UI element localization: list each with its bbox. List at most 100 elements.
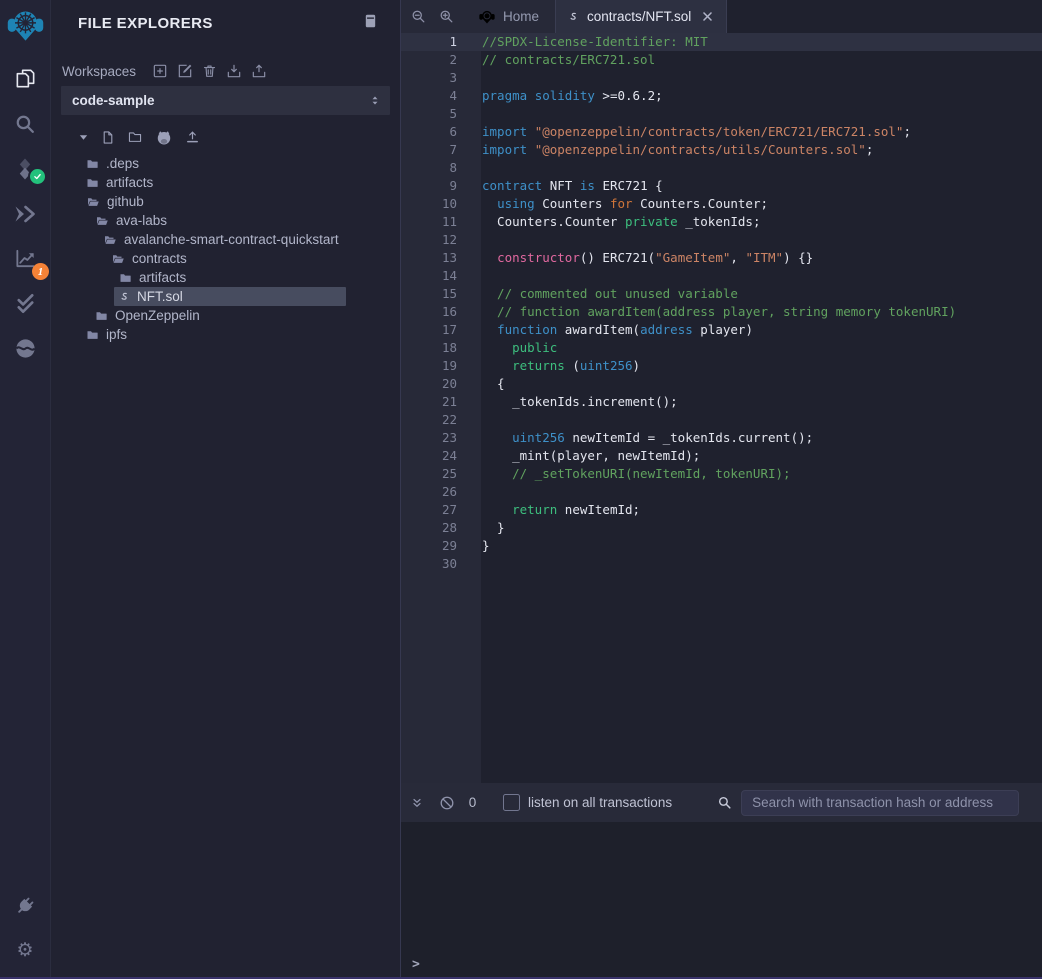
book-icon[interactable] [363,13,378,34]
zoom-in-icon[interactable] [439,9,454,24]
code-line-28[interactable]: 28 } [401,519,1042,537]
tree-item-ipfs[interactable]: ipfs [51,325,400,344]
listen-transactions-checkbox[interactable] [503,794,520,811]
remix-logo[interactable] [7,0,44,56]
sidebar-search-button[interactable] [0,101,50,146]
sidebar-file-explorer-button[interactable] [0,56,50,101]
sidebar-solidity-compiler-button[interactable] [0,146,50,191]
terminal-search-input[interactable] [741,790,1019,816]
clear-console-icon[interactable] [439,795,455,811]
code-text: import "@openzeppelin/contracts/utils/Co… [481,141,873,159]
sidebar-unit-testing-button[interactable] [0,281,50,326]
sidebar-sourcify-button[interactable] [0,326,50,371]
tree-item-openzeppelin[interactable]: OpenZeppelin [51,306,400,325]
code-line-9[interactable]: 9contract NFT is ERC721 { [401,177,1042,195]
workspace-select[interactable]: code-sample [61,86,390,115]
code-line-29[interactable]: 29} [401,537,1042,555]
code-line-21[interactable]: 21 _tokenIds.increment(); [401,393,1042,411]
tree-item-label: ipfs [106,327,127,342]
file-tree: .depsartifactsgithubava-labsavalanche-sm… [51,154,400,344]
close-tab-icon[interactable] [701,10,714,23]
download-workspaces-icon[interactable] [226,63,242,79]
code-line-20[interactable]: 20 { [401,375,1042,393]
code-line-15[interactable]: 15 // commented out unused variable [401,285,1042,303]
code-text: //SPDX-License-Identifier: MIT [481,33,708,51]
code-editor[interactable]: 1//SPDX-License-Identifier: MIT2// contr… [401,33,1042,783]
code-line-13[interactable]: 13 constructor() ERC721("GameItem", "ITM… [401,249,1042,267]
code-line-23[interactable]: 23 uint256 newItemId = _tokenIds.current… [401,429,1042,447]
collapse-terminal-icon[interactable] [411,796,423,810]
code-line-8[interactable]: 8 [401,159,1042,177]
tab-home[interactable]: Home [463,0,555,33]
tree-item-ava-labs[interactable]: ava-labs [51,211,400,230]
code-line-16[interactable]: 16 // function awardItem(address player,… [401,303,1042,321]
zoom-out-icon[interactable] [411,9,426,24]
line-number: 27 [401,501,481,519]
code-text [481,159,482,177]
sidebar-deploy-run-button[interactable] [0,191,50,236]
code-line-12[interactable]: 12 [401,231,1042,249]
code-line-22[interactable]: 22 [401,411,1042,429]
code-line-11[interactable]: 11 Counters.Counter private _tokenIds; [401,213,1042,231]
folder-open-icon [95,215,109,227]
delete-workspace-icon[interactable] [202,63,217,79]
code-line-5[interactable]: 5 [401,105,1042,123]
restore-workspaces-icon[interactable] [251,63,267,79]
tree-item-label: ava-labs [116,213,167,228]
rename-workspace-icon[interactable] [177,63,193,79]
code-line-14[interactable]: 14 [401,267,1042,285]
sidebar-settings-button[interactable]: ⚙ [0,928,50,973]
code-line-4[interactable]: 4pragma solidity >=0.6.2; [401,87,1042,105]
tree-item-label: avalanche-smart-contract-quickstart [124,232,339,247]
code-text: import "@openzeppelin/contracts/token/ER… [481,123,911,141]
sourcify-icon [14,337,37,360]
tab-label: contracts/NFT.sol [587,9,691,24]
line-number: 19 [401,357,481,375]
line-number: 29 [401,537,481,555]
line-number: 4 [401,87,481,105]
line-number: 13 [401,249,481,267]
collapse-caret-icon[interactable] [78,132,89,143]
terminal-output[interactable]: > [401,822,1042,979]
code-line-18[interactable]: 18 public [401,339,1042,357]
code-line-3[interactable]: 3 [401,69,1042,87]
listen-transactions-label: listen on all transactions [528,795,672,810]
code-line-24[interactable]: 24 _mint(player, newItemId); [401,447,1042,465]
tree-item-contracts[interactable]: contracts [51,249,400,268]
new-folder-icon[interactable] [127,130,143,144]
tree-item-artifacts[interactable]: artifacts [51,173,400,192]
settings-icon: ⚙ [16,941,33,961]
code-line-26[interactable]: 26 [401,483,1042,501]
line-number: 18 [401,339,481,357]
code-text: // function awardItem(address player, st… [481,303,956,321]
sidebar-plugin-manager-button[interactable] [0,883,50,928]
code-line-30[interactable]: 30 [401,555,1042,573]
tab-contracts-nft-sol[interactable]: contracts/NFT.sol [555,0,727,33]
code-line-17[interactable]: 17 function awardItem(address player) [401,321,1042,339]
code-line-6[interactable]: 6import "@openzeppelin/contracts/token/E… [401,123,1042,141]
sidebar-analytics-button[interactable]: 1 [0,236,50,281]
code-line-7[interactable]: 7import "@openzeppelin/contracts/utils/C… [401,141,1042,159]
code-line-27[interactable]: 27 return newItemId; [401,501,1042,519]
tree-item-github[interactable]: github [51,192,400,211]
tree-item-nft-sol[interactable]: NFT.sol [51,287,400,306]
tree-item-artifacts[interactable]: artifacts [51,268,400,287]
code-text: constructor() ERC721("GameItem", "ITM") … [481,249,813,267]
notification-badge: 1 [32,263,49,280]
new-file-icon[interactable] [101,130,115,145]
publish-to-gist-icon[interactable] [185,130,200,145]
code-line-25[interactable]: 25 // _setTokenURI(newItemId, tokenURI); [401,465,1042,483]
code-line-2[interactable]: 2// contracts/ERC721.sol [401,51,1042,69]
code-line-1[interactable]: 1//SPDX-License-Identifier: MIT [401,33,1042,51]
tree-item-avalanche-smart-contract-quickstart[interactable]: avalanche-smart-contract-quickstart [51,230,400,249]
create-workspace-icon[interactable] [152,63,168,79]
code-line-10[interactable]: 10 using Counters for Counters.Counter; [401,195,1042,213]
code-text: // contracts/ERC721.sol [481,51,655,69]
line-number: 30 [401,555,481,573]
github-actions-icon[interactable] [155,129,173,146]
code-text [481,267,482,285]
folder-open-icon [111,253,125,265]
tree-item--deps[interactable]: .deps [51,154,400,173]
code-line-19[interactable]: 19 returns (uint256) [401,357,1042,375]
terminal-search-icon[interactable] [717,795,732,810]
